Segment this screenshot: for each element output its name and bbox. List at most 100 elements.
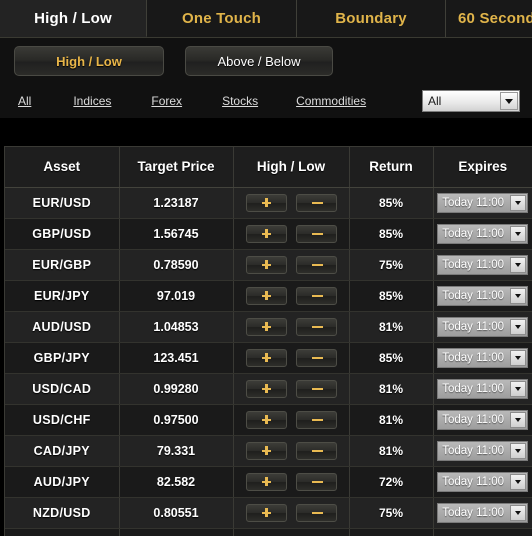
tab-one-touch[interactable]: One Touch [147,0,297,37]
expiry-select[interactable]: Today 11:00 [437,502,529,523]
cell-target-price: 1.56745 [119,218,234,250]
filter-link-forex[interactable]: Forex [151,94,182,108]
above-below-toggle-button[interactable]: Above / Below [185,46,333,76]
cell-asset: GBP/USD [5,218,120,250]
low-put-button[interactable] [295,255,337,274]
low-put-button[interactable] [295,379,337,398]
tab-60-seconds[interactable]: 60 Seconds [446,0,532,37]
low-put-button[interactable] [295,441,337,460]
cell-high-low [233,528,350,536]
table-row: EUR/GBP 0.78590 75% Today 11:00 [5,249,532,281]
cell-high-low [233,435,350,467]
expiry-select[interactable]: Today 11:00 [437,347,529,368]
high-call-button[interactable] [245,255,287,274]
cell-high-low [233,373,350,405]
cell-high-low [233,342,350,374]
tab-boundary[interactable]: Boundary [297,0,446,37]
expiry-select[interactable]: Today 11:00 [437,285,529,306]
high-call-button[interactable] [245,193,287,212]
cell-target-price: 97.019 [119,280,234,312]
chevron-down-icon [510,256,527,273]
table-row: USD/CHF 0.97500 81% Today 11:00 [5,404,532,436]
minus-icon [311,446,323,455]
high-low-toggle-button[interactable]: High / Low [14,46,164,76]
chevron-down-icon [510,380,527,397]
low-put-button[interactable] [295,317,337,336]
assets-table-body: EUR/USD 1.23187 85% Today 11:00 GBP/USD 1.567… [5,187,532,536]
low-put-button[interactable] [295,348,337,367]
low-put-button[interactable] [295,410,337,429]
cell-target-price: 82.582 [119,466,234,498]
cell-expires: Today 11:00 [433,435,532,467]
expiry-select-value: Today 11:00 [442,382,505,395]
plus-icon [261,353,271,362]
chevron-down-icon [510,504,527,521]
high-call-button[interactable] [245,379,287,398]
high-call-button[interactable] [245,348,287,367]
cell-return: 81% [349,311,434,343]
plus-icon [261,198,271,207]
low-put-button[interactable] [295,503,337,522]
minus-icon [311,477,323,486]
low-put-button[interactable] [295,286,337,305]
expiry-select[interactable]: Today 11:00 [437,223,529,244]
table-row: USD/CAD 0.99280 81% Today 11:00 [5,373,532,405]
tab-label: Boundary [335,10,407,27]
filter-link-stocks[interactable]: Stocks [222,94,258,108]
expiry-select[interactable]: Today 11:00 [437,409,529,430]
cell-expires: Today 11:00 [433,218,532,250]
low-put-button[interactable] [295,224,337,243]
cell-asset: EUR/JPY [5,280,120,312]
expiry-select[interactable]: Today 11:00 [437,440,529,461]
high-call-button[interactable] [245,224,287,243]
filter-link-indices[interactable]: Indices [73,94,111,108]
high-call-button[interactable] [245,472,287,491]
cell-return [349,528,434,536]
category-select[interactable]: All [422,90,520,112]
cell-asset [5,528,120,536]
minus-icon [311,322,323,331]
filter-link-all[interactable]: All [18,94,31,108]
expiry-select[interactable]: Today 11:00 [437,316,529,337]
high-call-button[interactable] [245,317,287,336]
table-row: AUD/USD 1.04853 81% Today 11:00 [5,311,532,343]
high-call-button[interactable] [245,441,287,460]
cell-return: 81% [349,404,434,436]
filter-link-commodities[interactable]: Commodities [296,94,366,108]
high-call-button[interactable] [245,503,287,522]
cell-high-low [233,311,350,343]
high-call-button[interactable] [245,286,287,305]
table-row: GBP/JPY 123.451 85% Today 11:00 [5,342,532,374]
plus-icon [261,477,271,486]
expiry-select[interactable]: Today 11:00 [437,471,529,492]
minus-icon [311,198,323,207]
expiry-select-value: Today 11:00 [442,227,505,240]
minus-icon [311,260,323,269]
cell-return: 85% [349,342,434,374]
chevron-down-icon [510,287,527,304]
category-select-value: All [428,94,442,108]
cell-asset: EUR/GBP [5,249,120,281]
expiry-select[interactable]: Today 11:00 [437,192,529,213]
cell-high-low [233,404,350,436]
table-row: GBP/USD 1.56745 85% Today 11:00 [5,218,532,250]
low-put-button[interactable] [295,193,337,212]
expiry-select[interactable]: Today 11:00 [437,378,529,399]
low-put-button[interactable] [295,472,337,491]
trade-type-tabbar: High / Low One Touch Boundary 60 Seconds [0,0,532,38]
minus-icon [311,415,323,424]
column-header-target-price: Target Price [119,147,234,188]
cell-expires: Today 11:00 [433,466,532,498]
cell-expires: Today 11:00 [433,280,532,312]
plus-icon [261,260,271,269]
cell-asset: EUR/USD [5,187,120,219]
plus-icon [261,415,271,424]
expiry-select[interactable]: Today 11:00 [437,254,529,275]
cell-return: 81% [349,435,434,467]
tab-high-low[interactable]: High / Low [0,0,147,37]
high-call-button[interactable] [245,410,287,429]
cell-expires: Today 11:00 [433,311,532,343]
asset-filter-row: All Indices Forex Stocks Commodities All [0,84,532,118]
cell-target-price: 1.23187 [119,187,234,219]
tab-label: High / Low [34,9,112,27]
